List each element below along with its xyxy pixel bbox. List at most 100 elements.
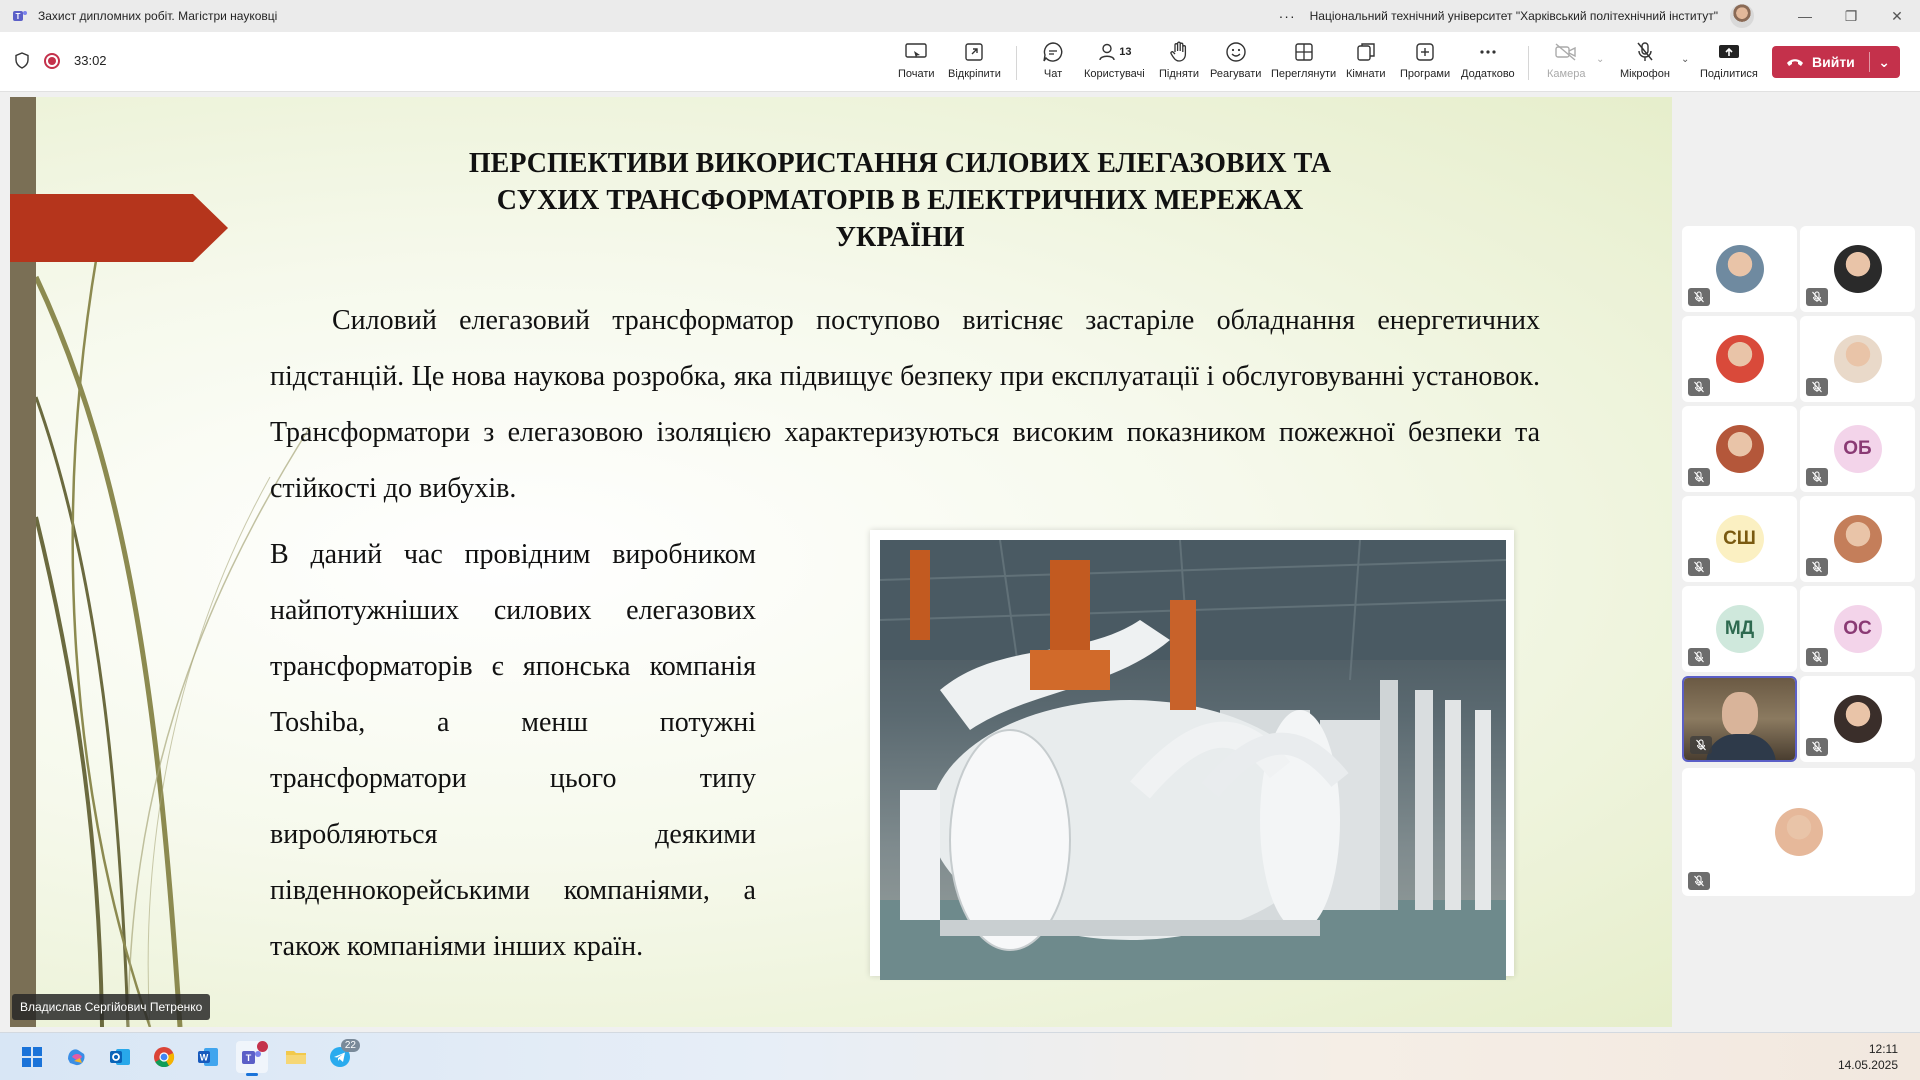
telegram-badge: 22: [340, 1039, 360, 1052]
participant-initials-avatar: ОС: [1833, 605, 1882, 653]
view-button[interactable]: Переглянути: [1271, 40, 1336, 86]
restore-button[interactable]: ❐: [1828, 0, 1874, 32]
organization-name[interactable]: Національний технічний університет "Харк…: [1310, 9, 1718, 23]
mic-options-chevron-icon[interactable]: ⌄: [1681, 54, 1689, 65]
clock-date: 14.05.2025: [1837, 1058, 1898, 1072]
telegram-app[interactable]: 22: [324, 1039, 360, 1073]
svg-text:W: W: [200, 1053, 209, 1063]
participant-tile[interactable]: ОБ: [1800, 406, 1915, 492]
participant-tile[interactable]: МД: [1682, 586, 1797, 672]
participant-photo-avatar: [1715, 425, 1764, 473]
file-explorer-app[interactable]: [280, 1041, 312, 1073]
copilot-icon: [68, 1049, 85, 1066]
microphone-button[interactable]: Мікрофон: [1620, 40, 1670, 86]
camera-button[interactable]: Камера: [1547, 40, 1585, 86]
participant-tile[interactable]: [1682, 316, 1797, 402]
share-label: Поділитися: [1700, 68, 1758, 80]
toolbar-divider: [1528, 46, 1529, 80]
muted-mic-icon: [1688, 378, 1710, 396]
svg-text:T: T: [16, 12, 21, 21]
minimize-button[interactable]: —: [1782, 0, 1828, 32]
participant-photo-avatar: [1715, 335, 1764, 383]
chat-icon: [1041, 40, 1065, 64]
participant-tile[interactable]: [1800, 496, 1915, 582]
apps-label: Програми: [1400, 68, 1451, 80]
muted-mic-icon: [1688, 648, 1710, 666]
participant-initials-avatar: МД: [1715, 605, 1764, 653]
participant-photo-avatar: [1774, 808, 1823, 856]
muted-mic-icon: [1806, 648, 1828, 666]
react-button[interactable]: Реагувати: [1210, 40, 1261, 86]
apps-button[interactable]: Програми: [1400, 40, 1450, 86]
active-app-indicator: [246, 1073, 258, 1076]
share-button[interactable]: Поділитися: [1700, 40, 1758, 86]
start-button[interactable]: [16, 1041, 48, 1073]
outlook-app[interactable]: [104, 1041, 136, 1073]
camera-off-icon: [1554, 40, 1578, 64]
more-options-icon[interactable]: ···: [1279, 8, 1296, 24]
participant-tile[interactable]: [1682, 226, 1797, 312]
start-label: Почати: [898, 68, 935, 80]
leave-button[interactable]: Вийти ⌄: [1772, 46, 1900, 78]
chat-label: Чат: [1043, 68, 1063, 80]
slide-paragraph-2: В даний час провідним виробником найпоту…: [270, 539, 756, 962]
slide-paragraph-1: Силовий елегазовий трансформатор поступо…: [270, 305, 1540, 504]
window-title-bar: T Захист дипломних робіт. Магістри науко…: [0, 0, 1920, 32]
hand-icon: [1167, 40, 1191, 64]
raise-hand-button[interactable]: Підняти: [1159, 40, 1199, 86]
slide-title: ПЕРСПЕКТИВИ ВИКОРИСТАННЯ СИЛОВИХ ЕЛЕГАЗО…: [390, 145, 1410, 256]
system-clock[interactable]: 12:11 14.05.2025: [1838, 1041, 1898, 1073]
hang-up-icon: [1787, 59, 1803, 66]
speaker-name-tag: Владислав Сергійович Петренко: [12, 994, 211, 1020]
participant-tile[interactable]: [1682, 676, 1797, 762]
slide-arrow-shape: [10, 194, 228, 262]
camera-options-chevron-icon[interactable]: ⌄: [1596, 54, 1604, 65]
participant-photo-avatar: [1833, 515, 1882, 563]
muted-mic-icon: [1688, 468, 1710, 486]
participant-tile[interactable]: СШ: [1682, 496, 1797, 582]
camera-label: Камера: [1547, 68, 1586, 80]
participant-tile[interactable]: [1682, 406, 1797, 492]
people-count: 13: [1119, 46, 1132, 58]
view-label: Переглянути: [1271, 68, 1337, 80]
participant-tile[interactable]: [1682, 768, 1915, 896]
account-avatar[interactable]: [1730, 4, 1754, 28]
participant-tile[interactable]: [1800, 676, 1915, 762]
transformer-illustration: [880, 540, 1506, 980]
mic-off-icon: [1633, 40, 1657, 64]
shield-icon[interactable]: [14, 52, 30, 69]
teams-app[interactable]: T: [236, 1041, 268, 1076]
muted-mic-icon: [1806, 558, 1828, 576]
leave-options-chevron-icon[interactable]: ⌄: [1878, 54, 1890, 71]
muted-mic-icon: [1688, 872, 1710, 890]
detach-button[interactable]: Відкріпити: [948, 40, 1001, 86]
people-icon: 13: [1092, 40, 1136, 64]
teams-logo-icon: T: [13, 11, 27, 21]
transformer-photo: [870, 530, 1514, 980]
react-label: Реагувати: [1210, 68, 1262, 80]
participant-photo-avatar: [1833, 245, 1882, 293]
rooms-button[interactable]: Кімнати: [1346, 40, 1386, 86]
windows-logo-icon: [22, 1047, 42, 1067]
more-horizontal-icon: [1476, 40, 1500, 64]
meeting-timer: 33:02: [74, 53, 107, 68]
participant-tile[interactable]: ОС: [1800, 586, 1915, 672]
teams-notification-dot: [257, 1041, 268, 1052]
folder-icon: [286, 1051, 306, 1064]
start-button[interactable]: Почати: [898, 40, 935, 86]
people-button[interactable]: 13 Користувачі: [1084, 40, 1145, 86]
word-app[interactable]: W: [192, 1041, 224, 1073]
participant-tile[interactable]: [1800, 316, 1915, 402]
copilot-app[interactable]: [60, 1041, 92, 1073]
add-app-icon: [1413, 40, 1437, 64]
mic-label: Мікрофон: [1620, 68, 1670, 80]
more-actions-button[interactable]: Додатково: [1461, 40, 1515, 86]
participant-tile[interactable]: [1800, 226, 1915, 312]
muted-mic-icon: [1690, 736, 1712, 754]
chat-button[interactable]: Чат: [1041, 40, 1065, 86]
close-window-button[interactable]: ✕: [1874, 0, 1920, 32]
chrome-app[interactable]: [148, 1041, 180, 1073]
muted-mic-icon: [1806, 288, 1828, 306]
chrome-icon: [154, 1047, 175, 1068]
svg-text:T: T: [246, 1053, 252, 1063]
